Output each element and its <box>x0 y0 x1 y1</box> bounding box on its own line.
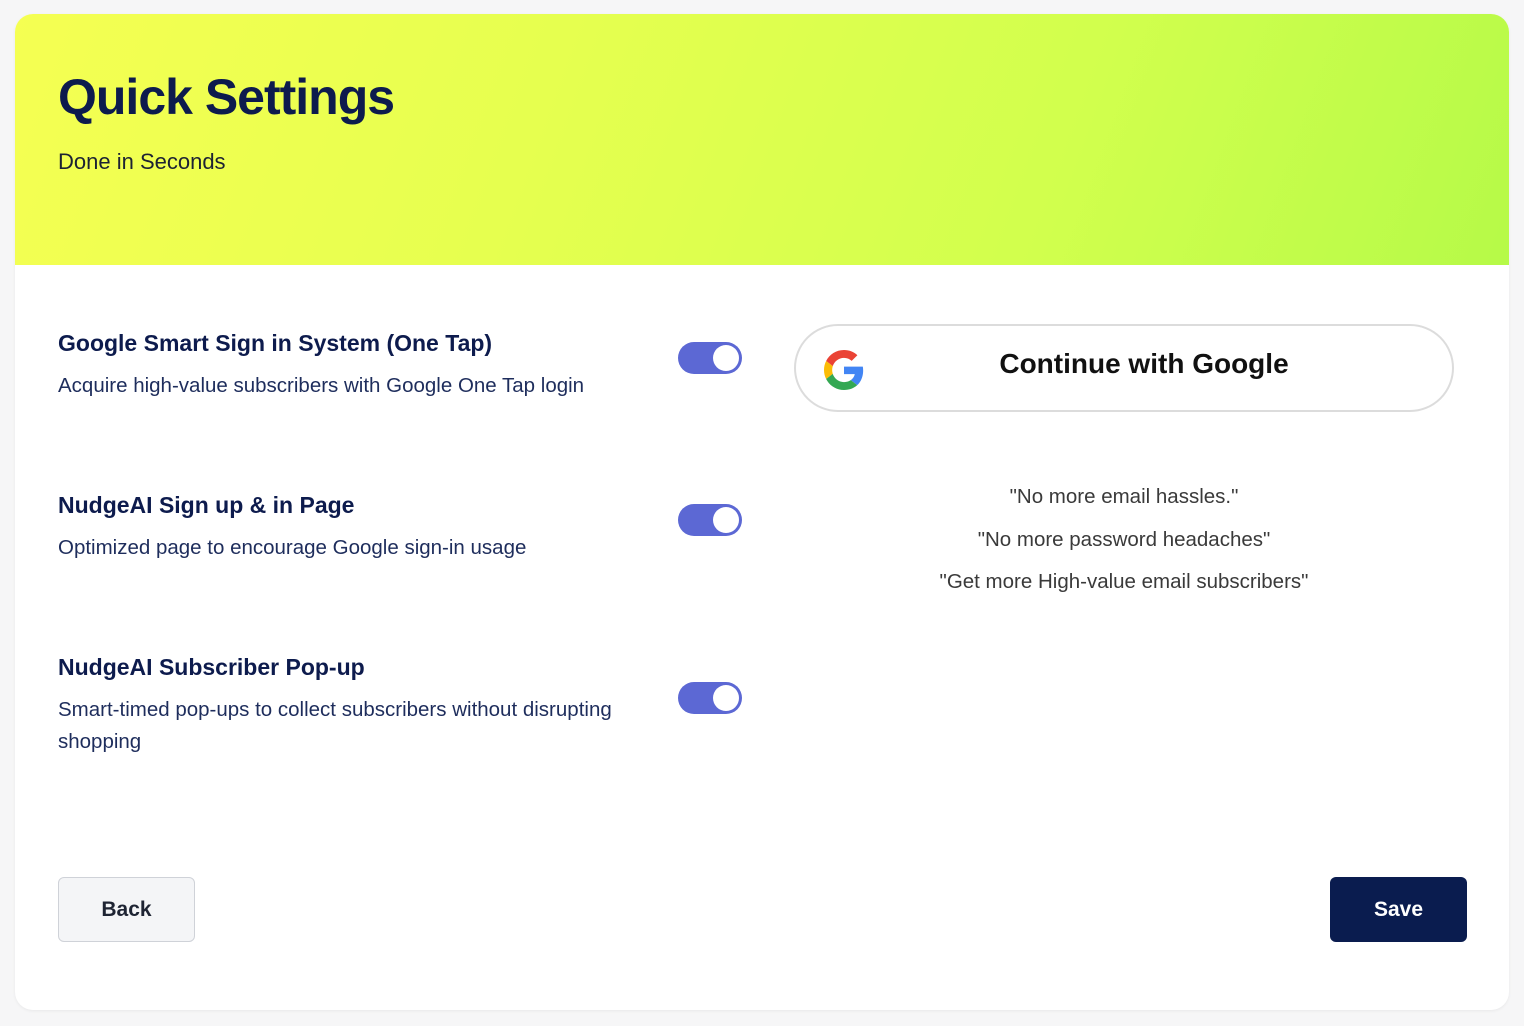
header-banner: Quick Settings Done in Seconds <box>15 14 1509 265</box>
setting-description: Acquire high-value subscribers with Goog… <box>58 374 585 397</box>
page-title: Quick Settings <box>58 69 395 125</box>
setting-title: NudgeAI Sign up & in Page <box>58 492 355 518</box>
quote-text: "No more password headaches" <box>977 527 1271 551</box>
quick-settings-card: Quick Settings Done in Seconds Google Sm… <box>15 14 1509 1010</box>
setting-title: NudgeAI Subscriber Pop-up <box>58 654 365 680</box>
toggle-knob <box>713 685 739 711</box>
subscriber-popup-toggle[interactable] <box>678 682 742 714</box>
quote-text: "Get more High-value email subscribers" <box>939 570 1309 593</box>
benefit-quotes: "No more email hassles." "No more passwo… <box>794 476 1454 604</box>
setting-one-tap: Google Smart Sign in System (One Tap) Ac… <box>58 330 698 402</box>
setting-title: Google Smart Sign in System (One Tap) <box>58 330 493 356</box>
google-button-label: Continue with Google <box>999 348 1289 379</box>
setting-subscriber-popup: NudgeAI Subscriber Pop-up Smart-timed po… <box>58 654 698 758</box>
back-button[interactable]: Back <box>58 877 195 942</box>
continue-with-google-button[interactable]: Continue with Google <box>794 324 1454 412</box>
setting-description: Optimized page to encourage Google sign-… <box>58 536 527 559</box>
one-tap-toggle[interactable] <box>678 342 742 374</box>
page-subtitle: Done in Seconds <box>58 149 226 174</box>
toggle-knob <box>713 345 739 371</box>
save-button[interactable]: Save <box>1330 877 1467 942</box>
toggle-knob <box>713 507 739 533</box>
quote-text: "No more email hassles." <box>1009 485 1239 508</box>
signup-page-toggle[interactable] <box>678 504 742 536</box>
setting-description: Smart-timed pop-ups to collect subscribe… <box>58 698 612 753</box>
setting-signup-page: NudgeAI Sign up & in Page Optimized page… <box>58 492 698 564</box>
